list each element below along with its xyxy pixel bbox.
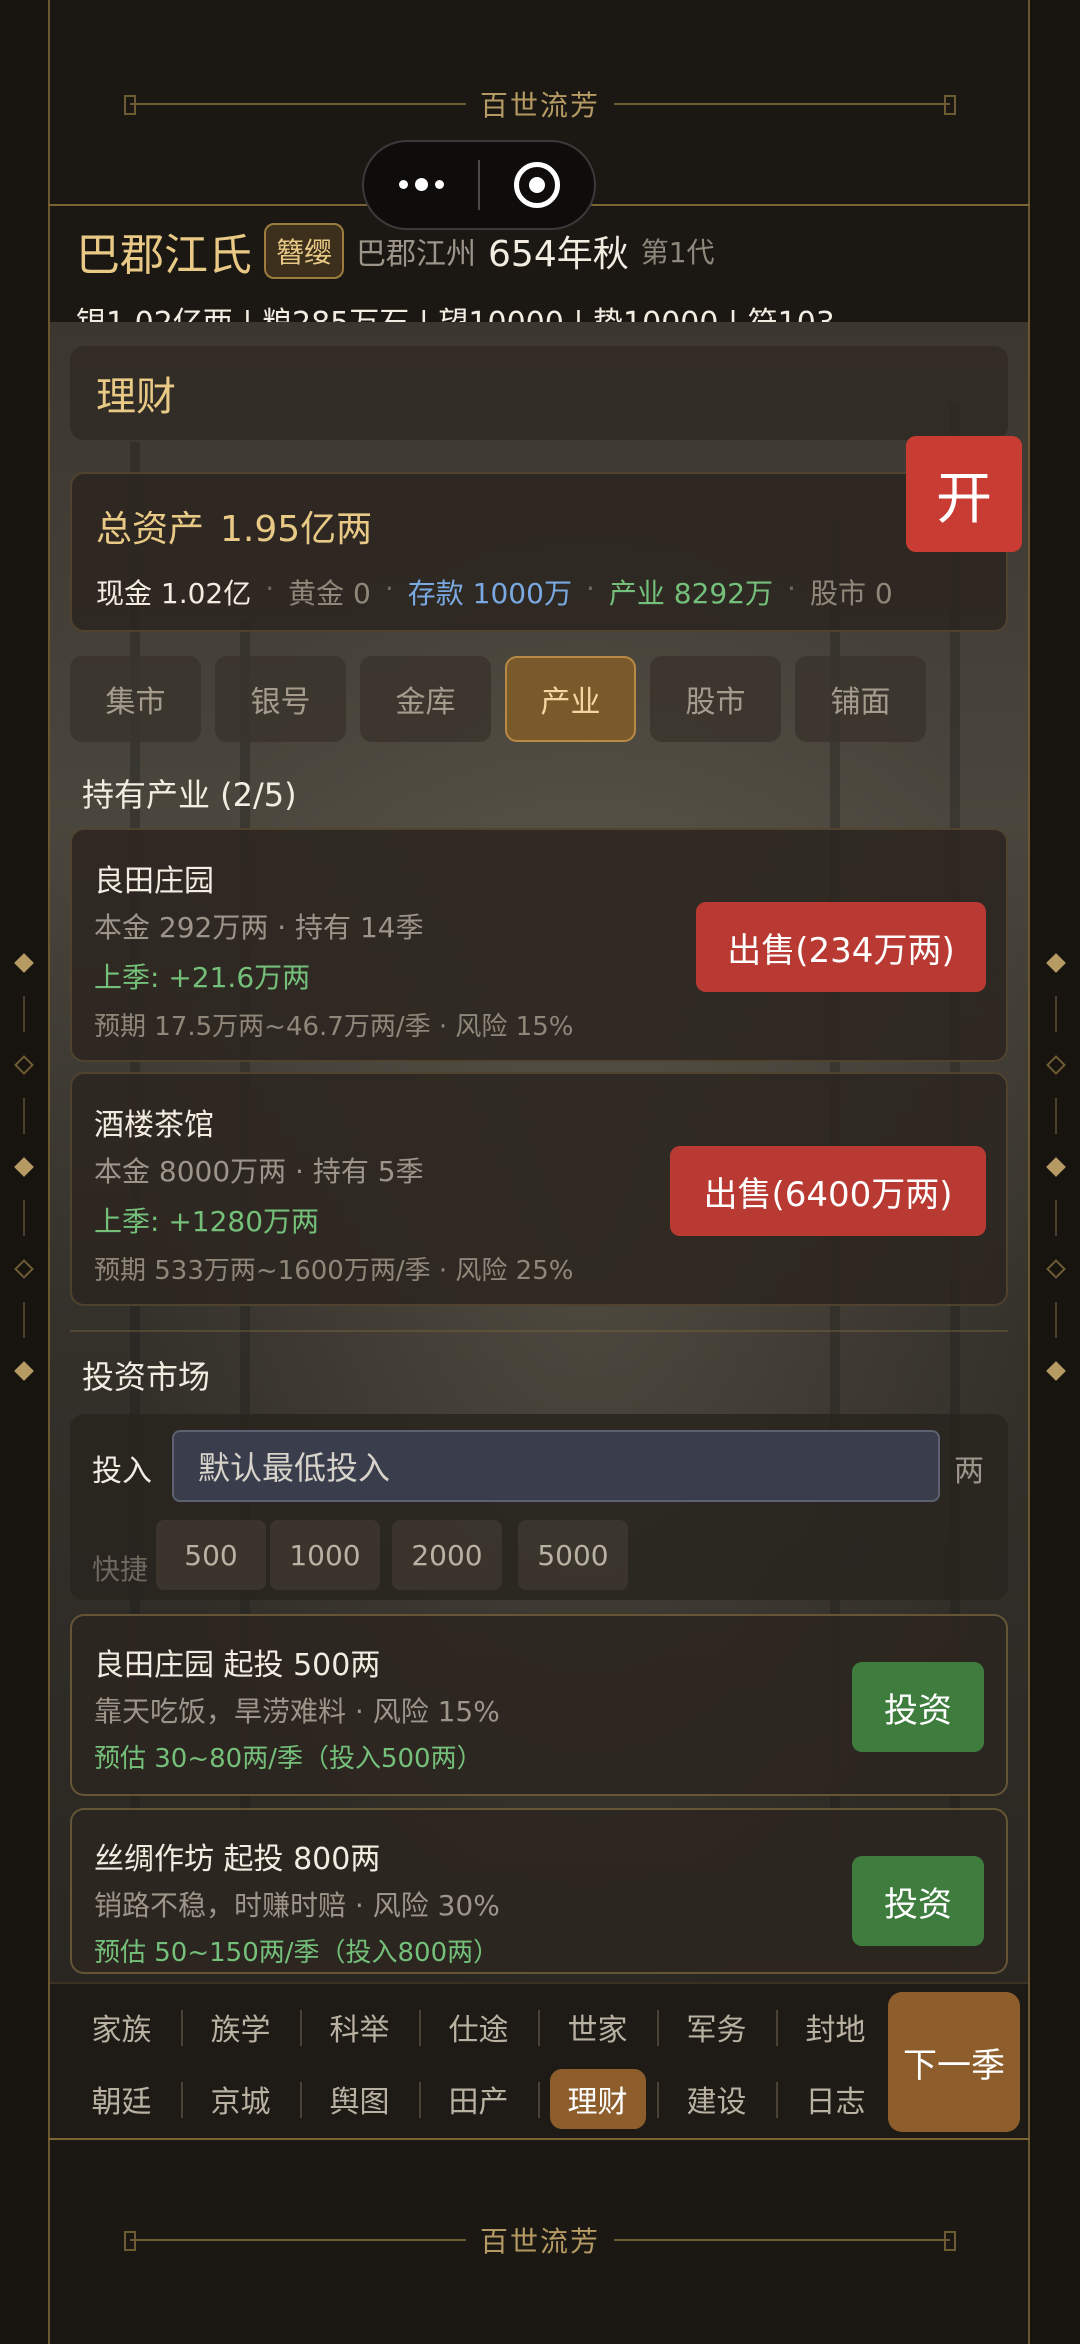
capsule-menu	[362, 140, 596, 230]
nav-noble-houses[interactable]: 世家	[538, 1992, 657, 2062]
market-item-name: 良田庄园 起投 500两	[94, 1648, 381, 1683]
tab-shops[interactable]: 铺面	[795, 656, 926, 742]
quick-amount-5000[interactable]: 5000	[518, 1520, 628, 1590]
quick-amount-500[interactable]: 500	[156, 1520, 266, 1590]
gold-value: 黄金 0	[288, 577, 371, 610]
generation-label: 第1代	[640, 236, 715, 269]
holding-card: 良田庄园 本金 292万两 · 持有 14季 上季: +21.6万两 预期 17…	[70, 828, 1008, 1062]
market-item-desc: 销路不稳，时赚时赔 · 风险 30%	[94, 1889, 500, 1922]
open-button[interactable]: 开	[906, 436, 1022, 552]
clan-name: 巴郡江氏	[76, 230, 252, 281]
nav-family[interactable]: 家族	[62, 1992, 181, 2062]
finance-tabs: 集市 银号 金库 产业 股市 铺面	[70, 656, 1008, 742]
sell-button[interactable]: 出售(6400万两)	[670, 1146, 986, 1236]
invest-button[interactable]: 投资	[852, 1856, 984, 1946]
market-item-desc: 靠天吃饭，旱涝难料 · 风险 15%	[94, 1695, 500, 1728]
quick-label: 快捷	[92, 1553, 149, 1586]
nav-military[interactable]: 军务	[657, 1992, 776, 2062]
tab-vault[interactable]: 金库	[360, 656, 491, 742]
rank-badge: 簪缨	[264, 223, 345, 279]
holding-card: 酒楼茶馆 本金 8000万两 · 持有 5季 上季: +1280万两 预期 53…	[70, 1072, 1008, 1306]
invest-amount-panel: 投入 默认最低投入 两 快捷 500 1000 2000 5000	[70, 1414, 1008, 1600]
holding-principal: 本金 8000万两 · 持有 5季	[94, 1155, 424, 1188]
invest-button[interactable]: 投资	[852, 1662, 984, 1752]
tab-market[interactable]: 集市	[70, 656, 201, 742]
more-dots-icon	[398, 177, 444, 191]
holding-name: 酒楼茶馆	[94, 1108, 214, 1143]
left-side-ornament	[14, 930, 34, 1404]
holdings-title: 持有产业 (2/5)	[82, 776, 297, 814]
holding-name: 良田庄园	[94, 864, 214, 899]
invest-label: 投入	[92, 1454, 152, 1489]
more-button[interactable]	[364, 142, 478, 228]
section-divider	[70, 1330, 1008, 1332]
nav-estate[interactable]: 田产	[419, 2064, 538, 2134]
holding-expectation: 预期 17.5万两~46.7万两/季 · 风险 15%	[94, 1012, 574, 1042]
nav-map[interactable]: 舆图	[300, 2064, 419, 2134]
page-title: 理财	[70, 346, 1008, 440]
asset-summary: 总资产 1.95亿两 现金 1.02亿 · 黄金 0 · 存款 1000万 · 产…	[70, 472, 1008, 632]
industry-value: 产业 8292万	[608, 577, 774, 610]
stock-value: 股市 0	[809, 577, 893, 610]
market-item-name: 丝绸作坊 起投 800两	[94, 1842, 381, 1877]
close-miniprogram-button[interactable]	[480, 142, 594, 228]
bottom-nav: 家族 族学 科举 仕途 世家 军务 封地 朝廷 京城 舆图 田产 理财 建设 日…	[50, 1982, 1028, 2138]
total-assets-value: 1.95亿两	[220, 509, 373, 550]
holding-last-season: 上季: +1280万两	[94, 1205, 320, 1238]
date-label: 654年秋	[488, 234, 629, 275]
holding-last-season: 上季: +21.6万两	[94, 961, 311, 994]
invest-amount-input[interactable]: 默认最低投入	[172, 1430, 940, 1502]
market-item-estimate: 预估 30~80两/季（投入500两）	[94, 1744, 483, 1774]
nav-clan-school[interactable]: 族学	[181, 1992, 300, 2062]
total-assets-label: 总资产	[96, 509, 205, 550]
quick-amount-1000[interactable]: 1000	[270, 1520, 380, 1590]
sell-button[interactable]: 出售(234万两)	[696, 902, 986, 992]
top-decoration: 百世流芳	[124, 84, 957, 124]
target-icon	[514, 162, 560, 208]
nav-capital[interactable]: 京城	[181, 2064, 300, 2134]
tab-industry[interactable]: 产业	[505, 656, 636, 742]
nav-construction[interactable]: 建设	[657, 2064, 776, 2134]
next-season-button[interactable]: 下一季	[888, 1992, 1020, 2132]
bottom-divider	[48, 2138, 1030, 2140]
nav-career[interactable]: 仕途	[419, 1992, 538, 2062]
nav-finance[interactable]: 理财	[538, 2064, 657, 2134]
right-side-ornament	[1046, 930, 1066, 1404]
quick-amount-2000[interactable]: 2000	[392, 1520, 502, 1590]
market-item-card: 丝绸作坊 起投 800两 销路不稳，时赚时赔 · 风险 30% 预估 50~15…	[70, 1808, 1008, 1974]
top-deco-title: 百世流芳	[480, 89, 601, 122]
holding-expectation: 预期 533万两~1600万两/季 · 风险 25%	[94, 1256, 574, 1286]
nav-exam[interactable]: 科举	[300, 1992, 419, 2062]
tab-bank[interactable]: 银号	[215, 656, 346, 742]
market-title: 投资市场	[82, 1358, 211, 1396]
holding-principal: 本金 292万两 · 持有 14季	[94, 911, 424, 944]
unit-label: 两	[954, 1454, 984, 1489]
nav-log[interactable]: 日志	[776, 2064, 895, 2134]
total-assets: 总资产 1.95亿两	[96, 500, 982, 552]
region-label: 巴郡江州	[356, 237, 477, 272]
market-item-estimate: 预估 50~150两/季（投入800两）	[94, 1938, 500, 1968]
deposit-value: 存款 1000万	[407, 577, 572, 610]
bottom-deco-title: 百世流芳	[480, 2225, 601, 2258]
bottom-decoration: 百世流芳	[124, 2220, 957, 2260]
cash-value: 现金 1.02亿	[96, 577, 252, 610]
nav-fief[interactable]: 封地	[776, 1992, 895, 2062]
nav-court[interactable]: 朝廷	[62, 2064, 181, 2134]
market-item-card: 良田庄园 起投 500两 靠天吃饭，旱涝难料 · 风险 15% 预估 30~80…	[70, 1614, 1008, 1796]
tab-stock[interactable]: 股市	[650, 656, 781, 742]
